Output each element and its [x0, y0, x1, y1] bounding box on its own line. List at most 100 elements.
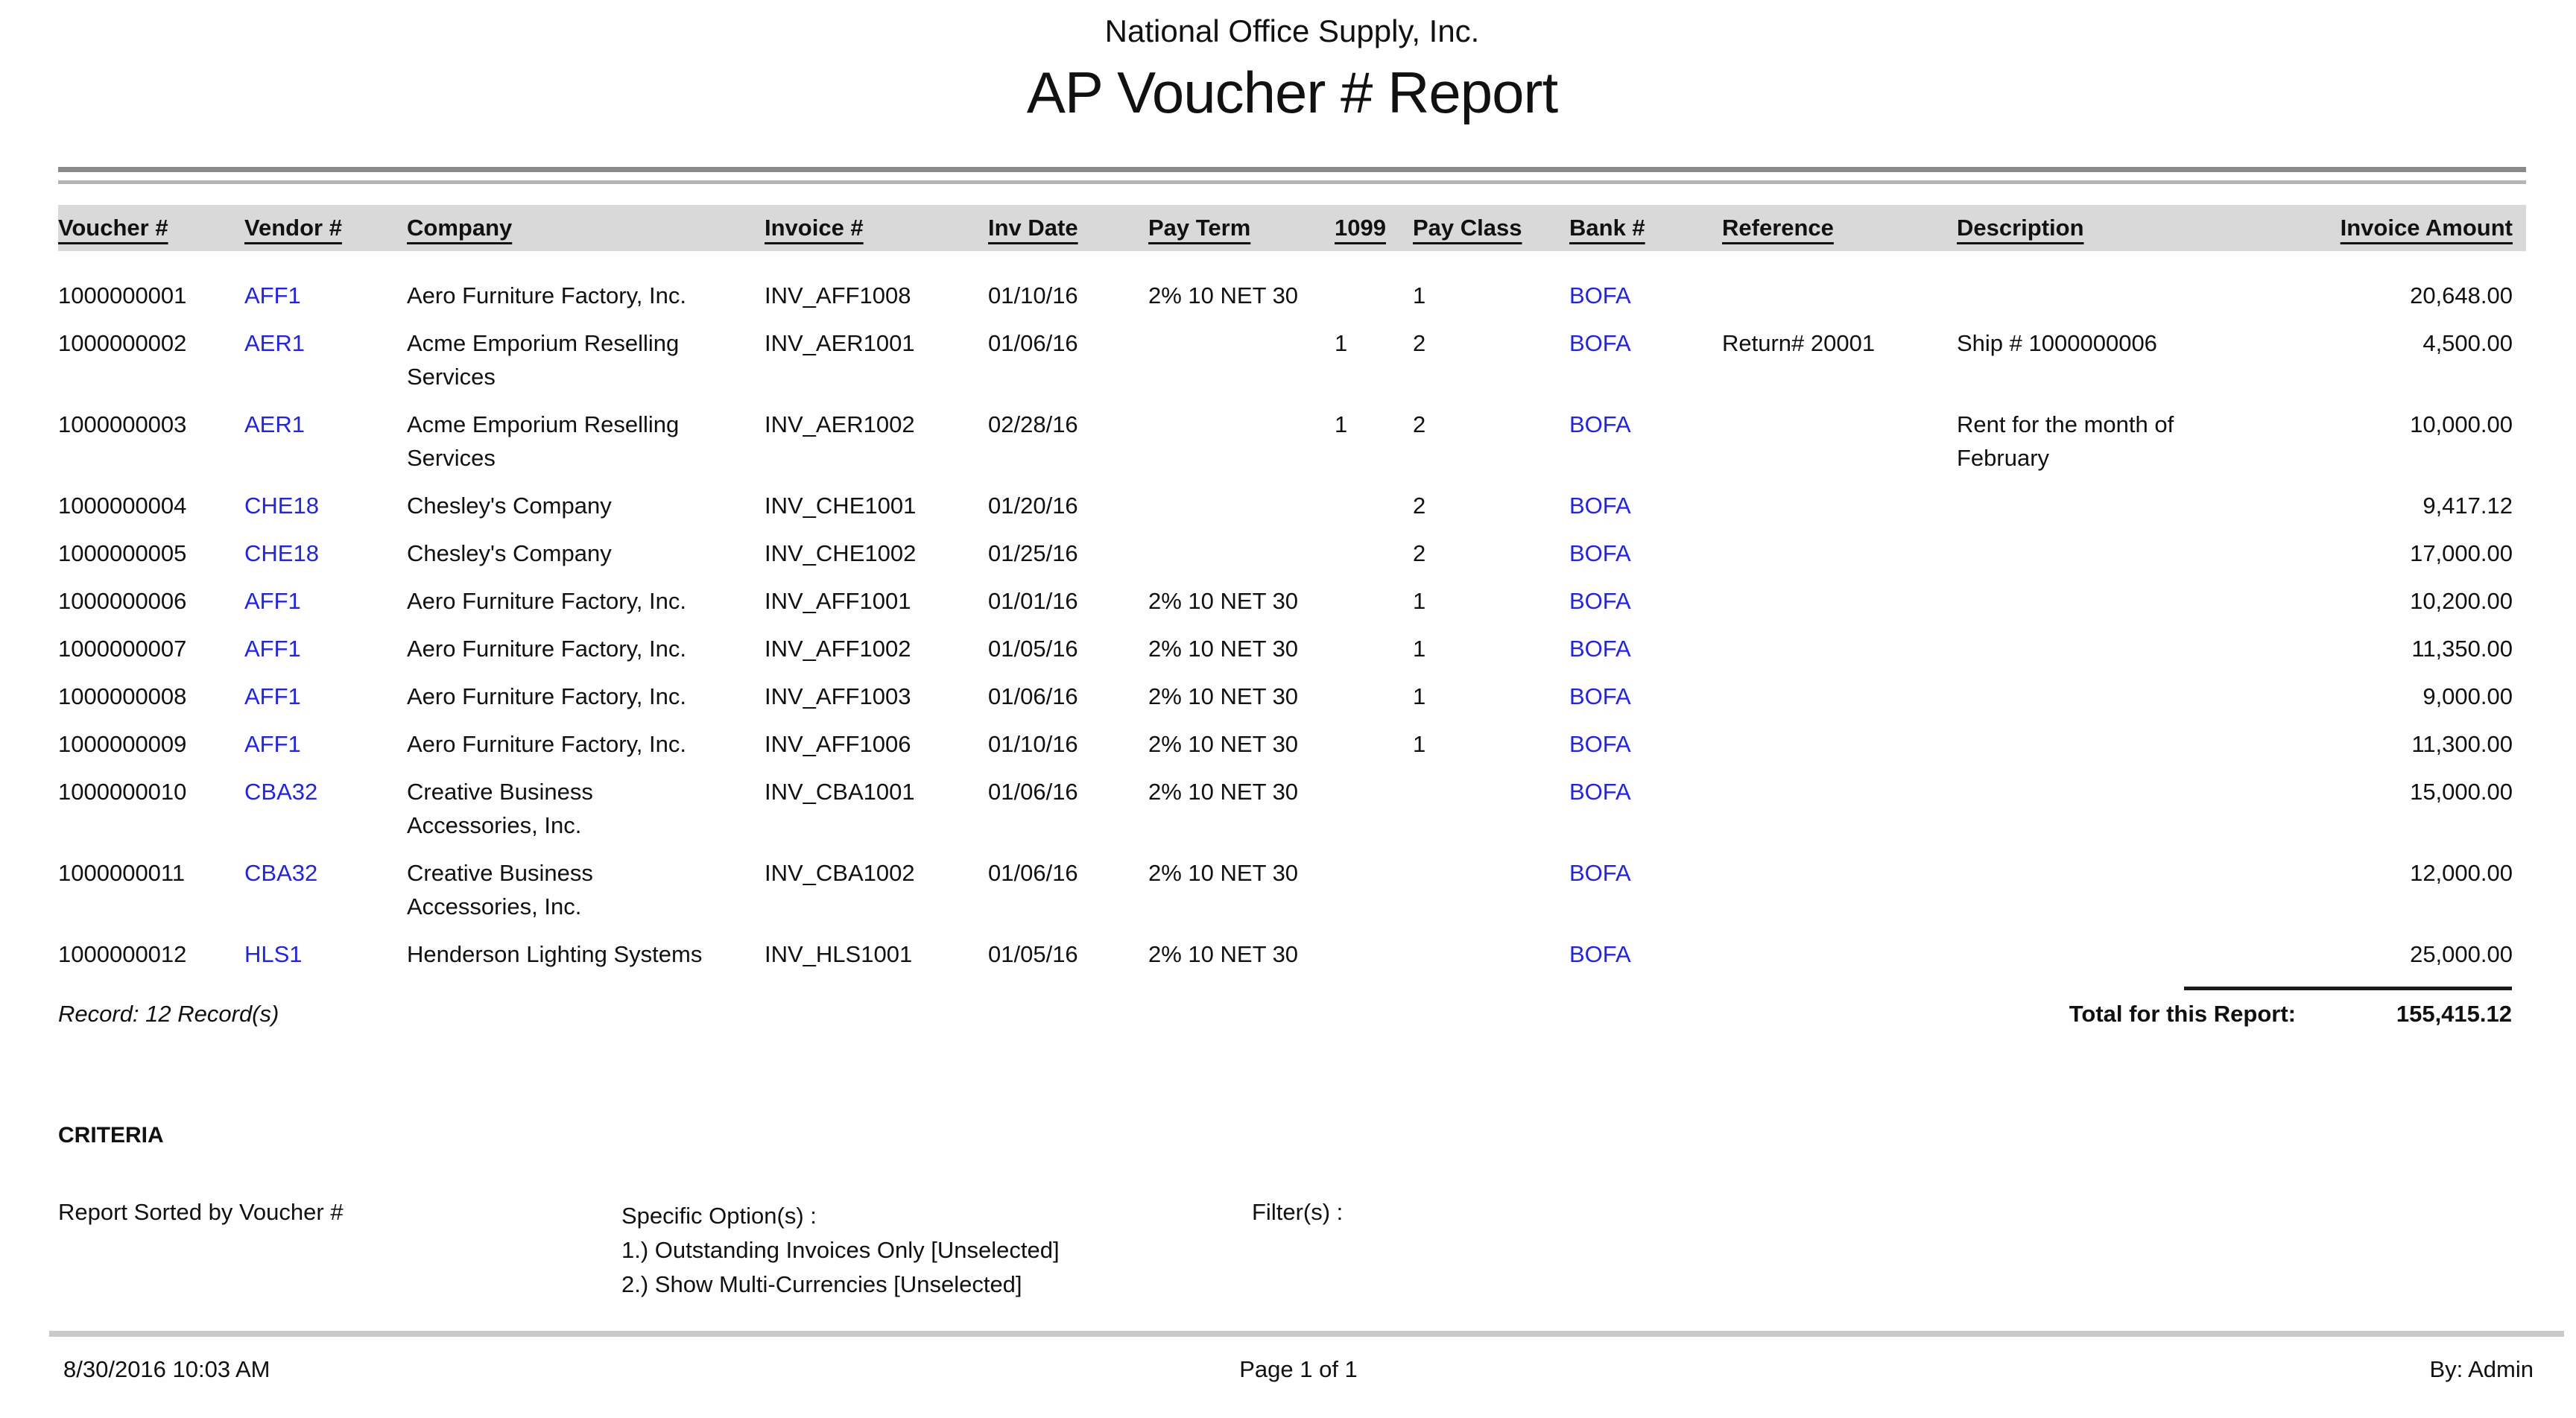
- voucher-table: Voucher #Vendor #CompanyInvoice #Inv Dat…: [58, 205, 2526, 985]
- cell-bank-number[interactable]: BOFA: [1569, 632, 1722, 680]
- report-total: Total for this Report: 155,415.12: [2069, 1001, 2526, 1028]
- cell-vendor-number[interactable]: CBA32: [244, 775, 407, 856]
- footer-datetime: 8/30/2016 10:03 AM: [63, 1356, 270, 1383]
- criteria-options-label: Specific Option(s) :: [621, 1199, 1252, 1232]
- cell-pay-class: [1413, 775, 1569, 856]
- cell-invoice-date: 01/25/16: [988, 537, 1148, 584]
- cell-reference: [1722, 775, 1957, 856]
- cell-vendor-number[interactable]: AFF1: [244, 727, 407, 775]
- table-row: 1000000007AFF1Aero Furniture Factory, In…: [58, 632, 2526, 680]
- cell-vendor-number[interactable]: CHE18: [244, 537, 407, 584]
- cell-description: Rent for the month of February: [1957, 408, 2273, 489]
- cell-reference: Return# 20001: [1722, 326, 1957, 408]
- cell-1099-flag: [1335, 537, 1413, 584]
- cell-bank-number[interactable]: BOFA: [1569, 775, 1722, 856]
- col-header-company-name: Company: [407, 205, 765, 251]
- cell-bank-number[interactable]: BOFA: [1569, 537, 1722, 584]
- cell-bank-number[interactable]: BOFA: [1569, 937, 1722, 985]
- cell-invoice-number: INV_AFF1006: [765, 727, 988, 775]
- cell-invoice-amount: 25,000.00: [2273, 937, 2526, 985]
- col-header-bank-number: Bank #: [1569, 205, 1722, 251]
- cell-description: [1957, 251, 2273, 326]
- cell-invoice-number: INV_CHE1001: [765, 489, 988, 537]
- cell-pay-term: 2% 10 NET 30: [1148, 937, 1335, 985]
- cell-invoice-number: INV_AFF1003: [765, 680, 988, 727]
- cell-1099-flag: [1335, 680, 1413, 727]
- cell-pay-term: [1148, 489, 1335, 537]
- cell-invoice-number: INV_AFF1001: [765, 584, 988, 632]
- cell-description: [1957, 937, 2273, 985]
- cell-invoice-number: INV_AFF1008: [765, 251, 988, 326]
- cell-voucher-number: 1000000002: [58, 326, 244, 408]
- cell-vendor-number[interactable]: AFF1: [244, 680, 407, 727]
- cell-reference: [1722, 727, 1957, 775]
- cell-invoice-date: 01/06/16: [988, 856, 1148, 937]
- cell-vendor-number[interactable]: AER1: [244, 326, 407, 408]
- criteria-option: 2.) Show Multi-Currencies [Unselected]: [621, 1267, 1252, 1301]
- cell-company-name: Aero Furniture Factory, Inc.: [407, 251, 765, 326]
- cell-invoice-date: 01/05/16: [988, 632, 1148, 680]
- cell-company-name: Chesley's Company: [407, 489, 765, 537]
- cell-1099-flag: [1335, 937, 1413, 985]
- col-header-vendor-number: Vendor #: [244, 205, 407, 251]
- criteria-sort-text: Report Sorted by Voucher #: [58, 1199, 621, 1301]
- criteria-section: CRITERIA Report Sorted by Voucher # Spec…: [58, 1123, 2526, 1301]
- cell-pay-class: 2: [1413, 537, 1569, 584]
- cell-invoice-number: INV_CHE1002: [765, 537, 988, 584]
- cell-invoice-date: 01/06/16: [988, 326, 1148, 408]
- cell-vendor-number[interactable]: AFF1: [244, 632, 407, 680]
- cell-pay-class: 1: [1413, 680, 1569, 727]
- cell-invoice-number: INV_HLS1001: [765, 937, 988, 985]
- cell-bank-number[interactable]: BOFA: [1569, 251, 1722, 326]
- cell-reference: [1722, 856, 1957, 937]
- cell-pay-class: 1: [1413, 632, 1569, 680]
- cell-bank-number[interactable]: BOFA: [1569, 680, 1722, 727]
- cell-pay-term: 2% 10 NET 30: [1148, 251, 1335, 326]
- cell-description: [1957, 775, 2273, 856]
- cell-voucher-number: 1000000008: [58, 680, 244, 727]
- cell-vendor-number[interactable]: CBA32: [244, 856, 407, 937]
- col-header-invoice-date: Inv Date: [988, 205, 1148, 251]
- cell-invoice-date: 01/06/16: [988, 775, 1148, 856]
- cell-vendor-number[interactable]: AFF1: [244, 251, 407, 326]
- cell-vendor-number[interactable]: AFF1: [244, 584, 407, 632]
- cell-vendor-number[interactable]: AER1: [244, 408, 407, 489]
- cell-pay-term: [1148, 408, 1335, 489]
- cell-bank-number[interactable]: BOFA: [1569, 489, 1722, 537]
- voucher-table-body: 1000000001AFF1Aero Furniture Factory, In…: [58, 251, 2526, 985]
- total-sum-line: [2184, 987, 2512, 990]
- cell-bank-number[interactable]: BOFA: [1569, 856, 1722, 937]
- cell-bank-number[interactable]: BOFA: [1569, 408, 1722, 489]
- cell-1099-flag: 1: [1335, 326, 1413, 408]
- cell-reference: [1722, 937, 1957, 985]
- cell-bank-number[interactable]: BOFA: [1569, 727, 1722, 775]
- cell-voucher-number: 1000000009: [58, 727, 244, 775]
- cell-company-name: Aero Furniture Factory, Inc.: [407, 584, 765, 632]
- cell-pay-class: 2: [1413, 489, 1569, 537]
- table-row: 1000000006AFF1Aero Furniture Factory, In…: [58, 584, 2526, 632]
- cell-invoice-amount: 10,200.00: [2273, 584, 2526, 632]
- cell-voucher-number: 1000000001: [58, 251, 244, 326]
- cell-invoice-date: 01/06/16: [988, 680, 1148, 727]
- cell-pay-class: 2: [1413, 326, 1569, 408]
- cell-company-name: Acme Emporium Reselling Services: [407, 408, 765, 489]
- cell-1099-flag: [1335, 632, 1413, 680]
- table-row: 1000000010CBA32Creative Business Accesso…: [58, 775, 2526, 856]
- cell-invoice-date: 01/01/16: [988, 584, 1148, 632]
- cell-company-name: Aero Furniture Factory, Inc.: [407, 680, 765, 727]
- cell-bank-number[interactable]: BOFA: [1569, 326, 1722, 408]
- cell-company-name: Chesley's Company: [407, 537, 765, 584]
- cell-1099-flag: [1335, 251, 1413, 326]
- cell-company-name: Aero Furniture Factory, Inc.: [407, 727, 765, 775]
- cell-bank-number[interactable]: BOFA: [1569, 584, 1722, 632]
- cell-invoice-amount: 15,000.00: [2273, 775, 2526, 856]
- cell-pay-class: [1413, 856, 1569, 937]
- cell-vendor-number[interactable]: CHE18: [244, 489, 407, 537]
- total-amount: 155,415.12: [2296, 1001, 2526, 1028]
- cell-reference: [1722, 489, 1957, 537]
- cell-reference: [1722, 584, 1957, 632]
- table-header: Voucher #Vendor #CompanyInvoice #Inv Dat…: [58, 205, 2526, 251]
- cell-voucher-number: 1000000007: [58, 632, 244, 680]
- cell-vendor-number[interactable]: HLS1: [244, 937, 407, 985]
- totals-row: Record: 12 Record(s) Total for this Repo…: [58, 1001, 2526, 1028]
